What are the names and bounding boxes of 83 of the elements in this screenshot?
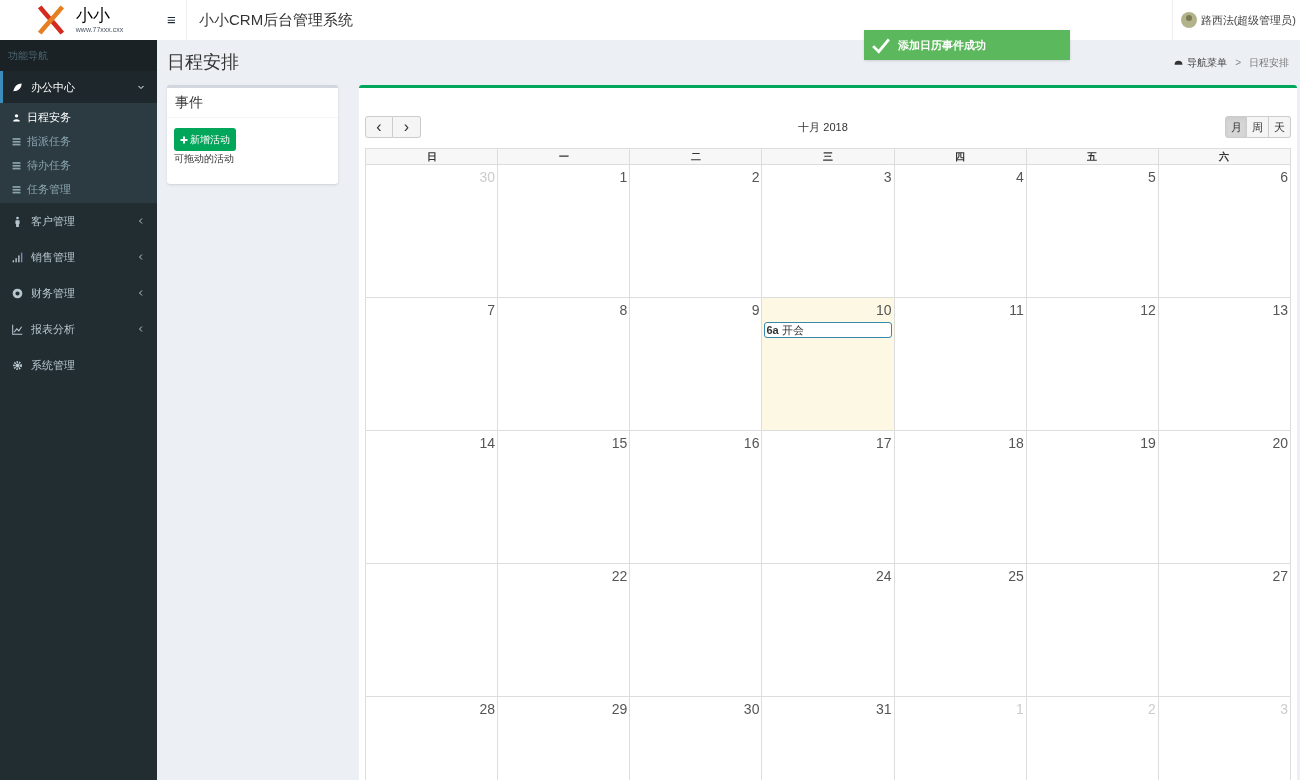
user-menu[interactable]: 路西法(超级管理员): [1171, 0, 1300, 40]
day-number: 17: [876, 434, 892, 453]
view-tab[interactable]: 周: [1247, 116, 1269, 138]
sidebar-item[interactable]: 报表分析: [0, 311, 157, 347]
day-number: 1: [619, 168, 628, 187]
day-number: 13: [1272, 301, 1288, 320]
coin-icon: [12, 287, 23, 299]
day-number: 7: [487, 301, 496, 320]
day-number: 11: [1009, 301, 1024, 320]
day-number: 12: [1140, 301, 1156, 320]
breadcrumb-item: 日程安排: [1249, 56, 1289, 70]
weekday-header: 一: [498, 148, 631, 165]
leaf-icon: [12, 81, 23, 93]
day-number: 10: [876, 301, 892, 320]
breadcrumb-item[interactable]: 导航菜单: [1187, 55, 1228, 70]
day-number: 28: [479, 700, 496, 719]
day-number: 31: [876, 700, 892, 719]
calendar-title: 十月 2018: [798, 119, 848, 135]
next-button[interactable]: ›: [393, 116, 421, 138]
list-icon: [12, 136, 21, 146]
sidebar-subitem[interactable]: 指派任务: [0, 129, 157, 153]
calendar-event[interactable]: 6a 开会: [764, 322, 892, 338]
chevron-down-icon: [137, 83, 145, 91]
view-tab[interactable]: 月: [1225, 116, 1247, 138]
day-number: 29: [611, 700, 628, 719]
plus-icon: [180, 135, 188, 144]
logo-text: 小小: [75, 7, 111, 24]
check-icon: [872, 36, 890, 54]
day-number: 20: [1272, 434, 1288, 453]
day-number: 27: [1272, 567, 1288, 586]
sidebar-subitem[interactable]: 日程安务: [0, 105, 157, 129]
day-number: 5: [1148, 168, 1156, 187]
day-number: 3: [883, 168, 892, 187]
page-title: 日程安排: [167, 51, 239, 74]
weekday-header: 四: [894, 148, 1027, 165]
day-number: 25: [1008, 567, 1024, 586]
weekday-header: 三: [762, 148, 895, 165]
sidebar-item[interactable]: 客户管理: [0, 203, 157, 239]
dashboard-icon: [1174, 58, 1184, 67]
sidebar-subitem[interactable]: 任务管理: [0, 177, 157, 201]
day-number: 2: [751, 168, 760, 187]
chevron-left-icon: [137, 253, 145, 261]
day-number: 24: [876, 567, 892, 586]
day-number: 19: [1140, 434, 1156, 453]
day-number: 9: [751, 301, 760, 320]
app-title: 小小CRM后台管理系统: [199, 9, 354, 30]
weekday-header: 二: [630, 148, 763, 165]
chevron-left-icon: [137, 217, 145, 225]
chevron-left-icon: [137, 325, 145, 333]
sidebar-item[interactable]: 系统管理: [0, 347, 157, 383]
avatar-icon: [1180, 12, 1197, 28]
chevron-left-icon: [137, 289, 145, 297]
day-number: 18: [1008, 434, 1024, 453]
success-toast: 添加日历事件成功: [864, 30, 1070, 60]
person-icon: [12, 215, 23, 227]
day-number: 8: [619, 301, 628, 320]
weekday-header: 五: [1026, 148, 1159, 165]
day-number: 4: [1015, 168, 1024, 187]
sidebar-item[interactable]: 销售管理: [0, 239, 157, 275]
day-number: 22: [611, 567, 628, 586]
list-icon: [12, 160, 21, 170]
day-number: 15: [611, 434, 628, 453]
view-tab[interactable]: 天: [1269, 116, 1291, 138]
day-number: 30: [743, 700, 760, 719]
weekday-header: 六: [1158, 148, 1291, 165]
settings-icon: [12, 359, 23, 371]
menu-button[interactable]: ≡: [157, 0, 187, 40]
day-number: 16: [743, 434, 760, 453]
day-number: 6: [1280, 168, 1288, 187]
previous-button[interactable]: ‹: [365, 116, 393, 138]
hint-text: 可拖动的活动: [174, 152, 235, 166]
user-icon: [12, 112, 21, 122]
panel-title: 事件: [167, 88, 338, 118]
signal-icon: [12, 251, 23, 263]
sidebar-subitem[interactable]: 待办任务: [0, 153, 157, 177]
sidebar-heading: 功能导航: [0, 40, 157, 71]
day-number: 14: [479, 434, 496, 453]
weekday-header: 日: [366, 148, 499, 165]
sidebar-item[interactable]: 财务管理: [0, 275, 157, 311]
sidebar-item[interactable]: 办公中心: [0, 71, 157, 103]
line-chart-icon: [12, 323, 23, 335]
breadcrumb-separator: >: [1234, 56, 1242, 70]
list-icon: [12, 184, 21, 194]
